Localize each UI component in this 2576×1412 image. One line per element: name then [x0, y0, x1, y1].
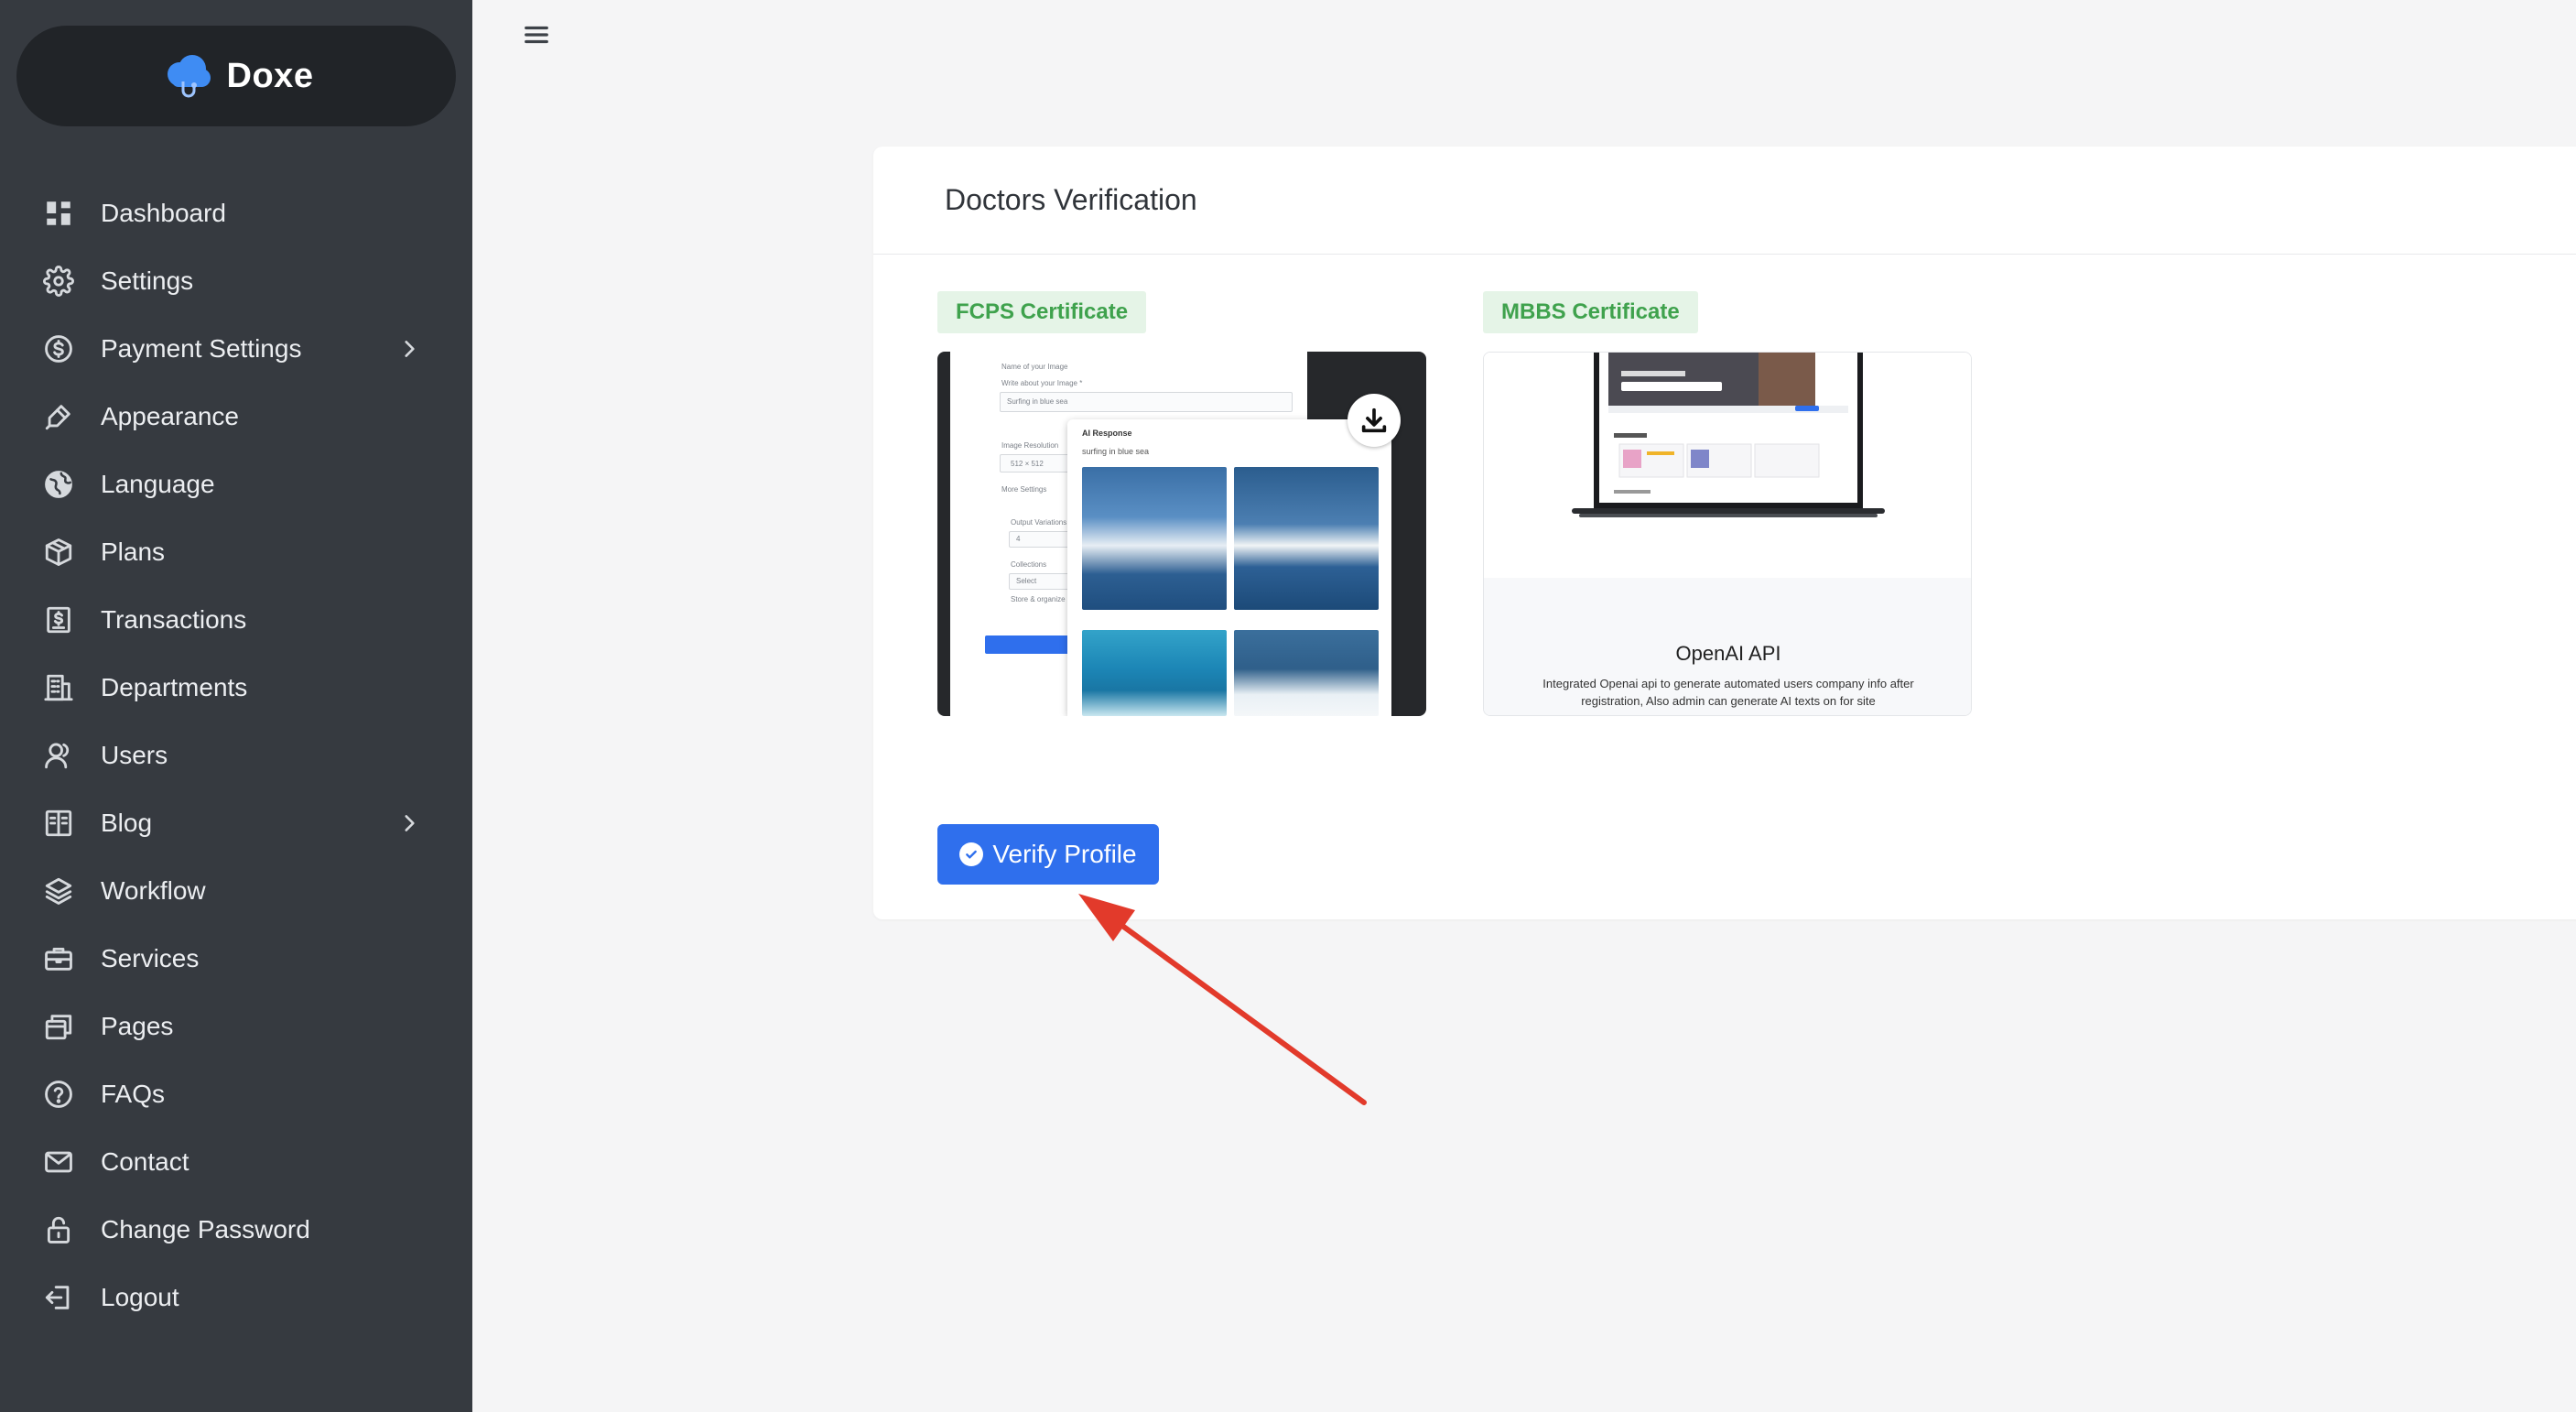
page-title: Doctors Verification: [945, 183, 1197, 216]
box-icon: [42, 536, 75, 569]
sidebar-item-label: Change Password: [101, 1215, 310, 1244]
sidebar-item-contact[interactable]: Contact: [0, 1128, 472, 1196]
globe-icon: [42, 468, 75, 501]
form-text: Output Variations: [1011, 518, 1067, 527]
receipt-icon: [42, 603, 75, 636]
form-text: 4: [1016, 535, 1021, 543]
logout-icon: [42, 1281, 75, 1314]
brand-logo[interactable]: Doxe: [16, 26, 456, 126]
sidebar: Doxe Dashboard Settings Payment Settings…: [0, 0, 472, 1412]
brush-icon: [42, 400, 75, 433]
sidebar-item-label: Language: [101, 470, 215, 498]
layers-icon: [42, 874, 75, 907]
book-icon: [42, 807, 75, 840]
certificate-badge: FCPS Certificate: [937, 291, 1147, 333]
sidebar-item-departments[interactable]: Departments: [0, 654, 472, 722]
dashboard-icon: [42, 197, 75, 230]
laptop-preview: [1484, 353, 1971, 578]
sidebar-item-faqs[interactable]: FAQs: [0, 1060, 472, 1128]
sidebar-item-services[interactable]: Services: [0, 925, 472, 993]
form-text: 512 × 512: [1011, 460, 1044, 468]
sidebar-item-label: FAQs: [101, 1080, 166, 1108]
sidebar-item-appearance[interactable]: Appearance: [0, 383, 472, 451]
fcps-certificate: FCPS Certificate Name of your Image Writ…: [937, 291, 1426, 716]
briefcase-icon: [42, 942, 75, 975]
ai-response-panel: AI Response surfing in blue sea: [1067, 419, 1391, 716]
sidebar-item-plans[interactable]: Plans: [0, 518, 472, 586]
brand-name: Doxe: [226, 56, 314, 95]
api-description: Integrated Openai api to generate automa…: [1542, 677, 1914, 708]
surf-image: [1234, 467, 1379, 610]
question-circle-icon: [42, 1078, 75, 1111]
sidebar-item-transactions[interactable]: Transactions: [0, 586, 472, 654]
sidebar-item-change-password[interactable]: Change Password: [0, 1196, 472, 1264]
sidebar-item-label: Plans: [101, 538, 166, 566]
hamburger-menu-button[interactable]: [520, 18, 553, 51]
verify-profile-button[interactable]: Verify Profile: [937, 824, 1159, 885]
laptop-image: [1572, 353, 1885, 517]
sidebar-item-pages[interactable]: Pages: [0, 993, 472, 1060]
form-text: More Settings: [1001, 485, 1047, 494]
sidebar-item-label: Workflow: [101, 876, 206, 905]
doctors-verification-card: Doctors Verification FCPS Certificate Na…: [873, 147, 2576, 919]
card-header: Doctors Verification: [873, 147, 2576, 255]
form-text: Image Resolution: [1001, 441, 1059, 450]
check-circle-icon: [959, 842, 984, 866]
lock-icon: [42, 1213, 75, 1246]
sidebar-item-label: Blog: [101, 809, 153, 837]
form-text: Select: [1016, 577, 1037, 585]
gear-icon: [42, 265, 75, 298]
form-submit-bar: [985, 635, 1077, 654]
chevron-right-icon: [397, 337, 421, 361]
sidebar-item-label: Settings: [101, 266, 194, 295]
doxe-logo-icon: [167, 55, 211, 98]
surf-image: [1082, 630, 1227, 716]
sidebar-item-label: Logout: [101, 1283, 179, 1311]
sidebar-item-logout[interactable]: Logout: [0, 1264, 472, 1331]
verify-profile-label: Verify Profile: [992, 840, 1137, 868]
mbbs-certificate-image[interactable]: OpenAI API Integrated Openai api to gene…: [1483, 352, 1972, 716]
download-icon: [1361, 407, 1387, 433]
pages-icon: [42, 1010, 75, 1043]
certificate-badge: MBBS Certificate: [1483, 291, 1698, 333]
form-text: Collections: [1011, 560, 1047, 569]
hamburger-icon: [525, 26, 548, 44]
download-button[interactable]: [1348, 394, 1401, 447]
sidebar-item-label: Services: [101, 944, 200, 972]
sidebar-nav: Dashboard Settings Payment Settings Appe…: [0, 179, 472, 1331]
sidebar-item-label: Users: [101, 741, 168, 769]
sidebar-item-payment-settings[interactable]: Payment Settings: [0, 315, 472, 383]
user-icon: [42, 739, 75, 772]
sidebar-item-settings[interactable]: Settings: [0, 247, 472, 315]
sidebar-item-label: Pages: [101, 1012, 174, 1040]
sidebar-item-label: Transactions: [101, 605, 247, 634]
fcps-certificate-image[interactable]: Name of your Image Write about your Imag…: [937, 352, 1426, 716]
sidebar-item-label: Contact: [101, 1147, 189, 1176]
sidebar-item-users[interactable]: Users: [0, 722, 472, 789]
sidebar-item-dashboard[interactable]: Dashboard: [0, 179, 472, 247]
mbbs-certificate: MBBS Certificate OpenAI API Integrated O…: [1483, 291, 1972, 716]
sidebar-item-workflow[interactable]: Workflow: [0, 857, 472, 925]
form-text: Surfing in blue sea: [1007, 397, 1068, 406]
chevron-right-icon: [397, 811, 421, 835]
building-icon: [42, 671, 75, 704]
sidebar-item-label: Departments: [101, 673, 248, 701]
ai-response-title: AI Response: [1082, 429, 1132, 438]
sidebar-item-label: Payment Settings: [101, 334, 302, 363]
form-text: Name of your Image: [1001, 363, 1068, 371]
sidebar-item-blog[interactable]: Blog: [0, 789, 472, 857]
sidebar-item-label: Dashboard: [101, 199, 226, 227]
surf-image: [1082, 467, 1227, 610]
surf-image: [1234, 630, 1379, 716]
form-text: Write about your Image *: [1001, 379, 1083, 387]
mail-icon: [42, 1146, 75, 1178]
ai-response-prompt: surfing in blue sea: [1082, 447, 1150, 456]
sidebar-item-label: Appearance: [101, 402, 240, 430]
sidebar-item-language[interactable]: Language: [0, 451, 472, 518]
api-title: OpenAI API: [1675, 642, 1781, 665]
dollar-circle-icon: [42, 332, 75, 365]
